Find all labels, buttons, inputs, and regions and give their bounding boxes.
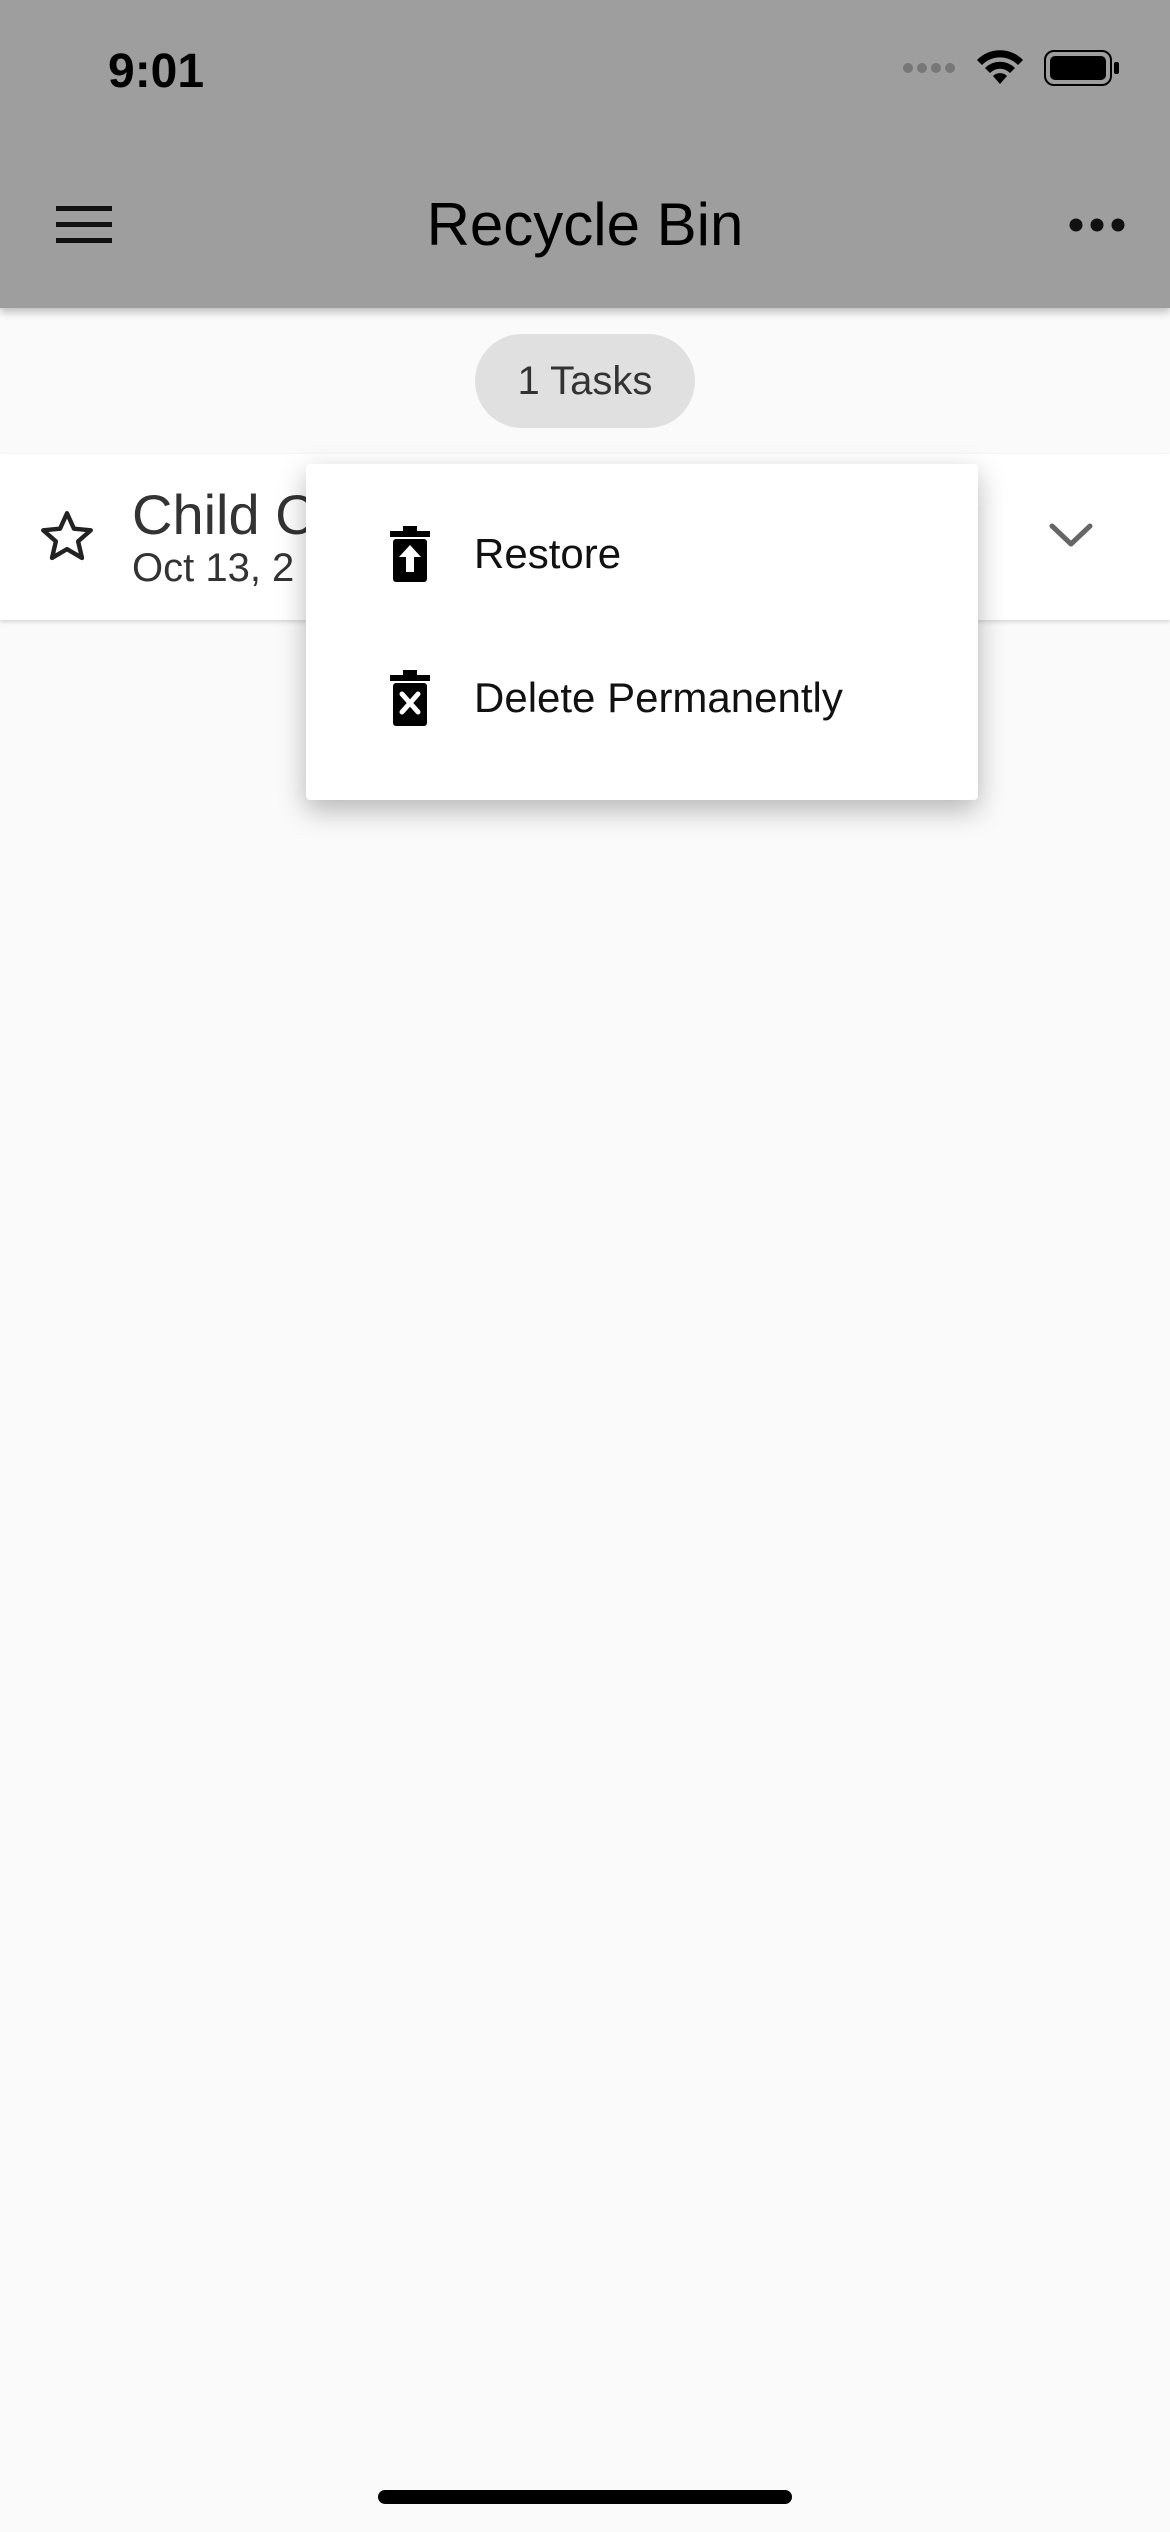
task-count-label: 1 Tasks xyxy=(517,358,653,403)
context-menu: Restore Delete Permanently xyxy=(306,464,978,800)
chevron-down-icon[interactable] xyxy=(1048,518,1094,552)
trash-restore-icon xyxy=(390,526,430,582)
battery-icon xyxy=(1044,50,1119,86)
more-horizontal-icon[interactable] xyxy=(1068,210,1126,240)
trash-delete-icon xyxy=(390,670,430,726)
status-icons xyxy=(902,50,1120,86)
page-title: Recycle Bin xyxy=(426,191,744,258)
app-header: 9:01 Recycle Bin xyxy=(0,0,1170,308)
task-date: Oct 13, 2 xyxy=(132,546,295,590)
home-indicator[interactable] xyxy=(378,2490,792,2504)
menu-item-delete-permanently[interactable]: Delete Permanently xyxy=(306,638,978,758)
task-title: Child C xyxy=(132,483,316,546)
status-time: 9:01 xyxy=(108,45,205,98)
cellular-signal-icon xyxy=(903,63,955,73)
menu-item-label: Delete Permanently xyxy=(474,674,843,721)
menu-item-restore[interactable]: Restore xyxy=(306,494,978,614)
task-count-chip: 1 Tasks xyxy=(475,334,695,428)
menu-item-label: Restore xyxy=(474,530,622,577)
star-outline-icon[interactable] xyxy=(36,506,98,568)
wifi-icon xyxy=(977,50,1023,84)
